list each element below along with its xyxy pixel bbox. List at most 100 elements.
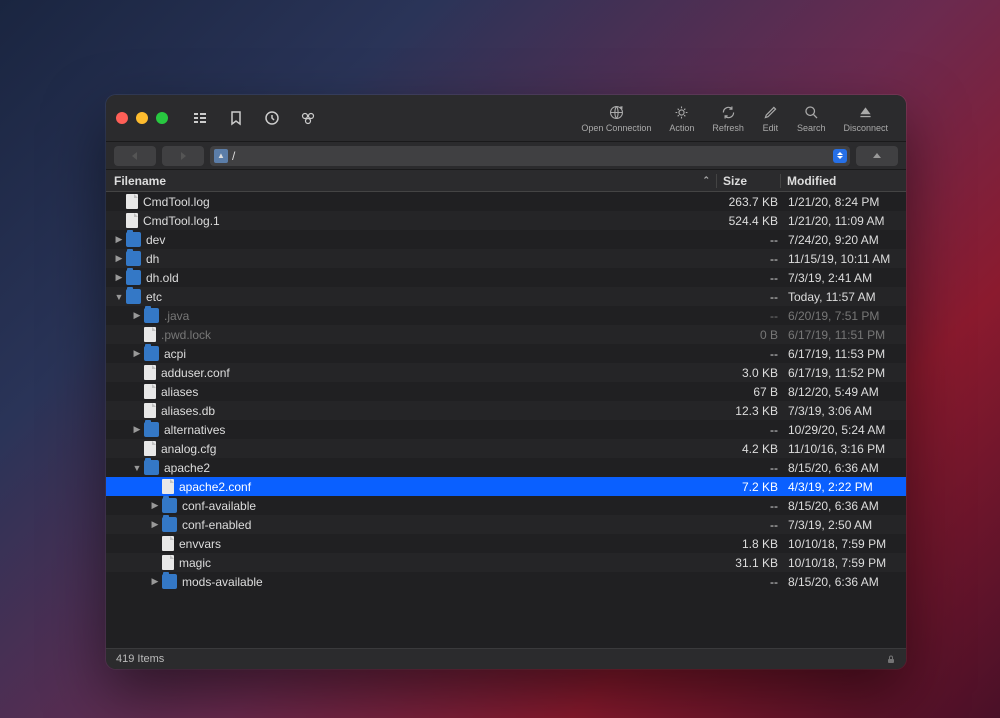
file-modified: 6/17/19, 11:52 PM [784,366,906,380]
file-modified: 10/29/20, 5:24 AM [784,423,906,437]
file-icon [144,403,156,418]
open-connection-button[interactable]: Open Connection [581,104,651,133]
path-dropdown-icon[interactable] [833,149,847,163]
file-icon [144,441,156,456]
edit-button[interactable]: Edit [762,104,779,133]
file-icon [162,479,174,494]
folder-icon [144,308,159,323]
file-name: apache2.conf [179,480,720,494]
file-row[interactable]: ▶mods-available--8/15/20, 6:36 AM [106,572,906,591]
file-size: 7.2 KB [720,480,784,494]
column-headers: Filename ⌃ Size Modified [106,170,906,192]
file-name: acpi [164,347,720,361]
file-row[interactable]: CmdTool.log263.7 KB1/21/20, 8:24 PM [106,192,906,211]
file-size: -- [720,461,784,475]
folder-icon [126,289,141,304]
history-button[interactable] [258,107,286,129]
disclosure-icon[interactable]: ▼ [112,292,126,302]
disclosure-icon[interactable]: ▶ [148,519,162,530]
file-size: -- [720,575,784,589]
bookmarks-button[interactable] [222,107,250,129]
modified-header[interactable]: Modified [780,174,898,188]
file-row[interactable]: ▶dev--7/24/20, 9:20 AM [106,230,906,249]
disclosure-icon[interactable]: ▶ [112,234,126,245]
file-row[interactable]: ▶conf-enabled--7/3/19, 2:50 AM [106,515,906,534]
file-name: CmdTool.log.1 [143,214,720,228]
file-row[interactable]: ▶conf-available--8/15/20, 6:36 AM [106,496,906,515]
file-row[interactable]: apache2.conf7.2 KB4/3/19, 2:22 PM [106,477,906,496]
file-row[interactable]: ▼ etc--Today, 11:57 AM [106,287,906,306]
file-size: -- [720,309,784,323]
file-name: apache2 [164,461,720,475]
file-name: mods-available [182,575,720,589]
file-name: etc [146,290,720,304]
file-size: -- [720,347,784,361]
app-window: Open Connection Action Refresh Edit Sear… [106,95,906,669]
minimize-button[interactable] [136,112,148,124]
file-icon [126,194,138,209]
file-row[interactable]: magic31.1 KB10/10/18, 7:59 PM [106,553,906,572]
file-size: -- [720,290,784,304]
file-size: 263.7 KB [720,195,784,209]
file-list[interactable]: CmdTool.log263.7 KB1/21/20, 8:24 PMCmdTo… [106,192,906,648]
toolbar-actions: Open Connection Action Refresh Edit Sear… [581,104,896,133]
disclosure-icon[interactable]: ▼ [130,463,144,473]
action-button[interactable]: Action [669,104,694,133]
file-modified: 7/24/20, 9:20 AM [784,233,906,247]
file-modified: 11/15/19, 10:11 AM [784,252,906,266]
file-row[interactable]: CmdTool.log.1524.4 KB1/21/20, 11:09 AM [106,211,906,230]
path-input[interactable]: ▲ / [210,146,850,166]
file-row[interactable]: aliases.db12.3 KB7/3/19, 3:06 AM [106,401,906,420]
sort-indicator-icon: ⌃ [702,175,710,186]
file-size: 3.0 KB [720,366,784,380]
file-name: aliases.db [161,404,720,418]
path-text: / [232,149,235,163]
file-row[interactable]: ▶dh.old--7/3/19, 2:41 AM [106,268,906,287]
disclosure-icon[interactable]: ▶ [130,348,144,359]
file-row[interactable]: .pwd.lock0 B6/17/19, 11:51 PM [106,325,906,344]
disclosure-icon[interactable]: ▶ [112,253,126,264]
folder-icon [162,574,177,589]
disconnect-button[interactable]: Disconnect [843,104,888,133]
disclosure-icon[interactable]: ▶ [130,424,144,435]
file-row[interactable]: envvars1.8 KB10/10/18, 7:59 PM [106,534,906,553]
disconnect-label: Disconnect [843,123,888,133]
file-size: 67 B [720,385,784,399]
forward-button[interactable] [162,146,204,166]
file-row[interactable]: ▶acpi--6/17/19, 11:53 PM [106,344,906,363]
file-row[interactable]: ▶alternatives--10/29/20, 5:24 AM [106,420,906,439]
maximize-button[interactable] [156,112,168,124]
file-row[interactable]: ▼apache2--8/15/20, 6:36 AM [106,458,906,477]
file-icon [162,555,174,570]
file-size: -- [720,233,784,247]
file-name: conf-available [182,499,720,513]
back-button[interactable] [114,146,156,166]
lock-icon [886,654,896,664]
file-row[interactable]: aliases67 B8/12/20, 5:49 AM [106,382,906,401]
file-row[interactable]: ▶.java--6/20/19, 7:51 PM [106,306,906,325]
disclosure-icon[interactable]: ▶ [130,310,144,321]
file-row[interactable]: analog.cfg4.2 KB11/10/16, 3:16 PM [106,439,906,458]
disclosure-icon[interactable]: ▶ [148,500,162,511]
search-button[interactable]: Search [797,104,826,133]
browser-view-button[interactable] [186,107,214,129]
item-count: 419 Items [116,653,164,665]
filename-header[interactable]: Filename ⌃ [114,174,716,188]
file-row[interactable]: adduser.conf3.0 KB6/17/19, 11:52 PM [106,363,906,382]
up-button[interactable] [856,146,898,166]
file-size: 0 B [720,328,784,342]
bonjour-button[interactable] [294,107,322,129]
file-icon [126,213,138,228]
file-size: -- [720,423,784,437]
file-modified: Today, 11:57 AM [784,290,906,304]
refresh-button[interactable]: Refresh [712,104,744,133]
file-modified: 7/3/19, 3:06 AM [784,404,906,418]
close-button[interactable] [116,112,128,124]
titlebar: Open Connection Action Refresh Edit Sear… [106,95,906,142]
disclosure-icon[interactable]: ▶ [148,576,162,587]
file-modified: 8/15/20, 6:36 AM [784,499,906,513]
disclosure-icon[interactable]: ▶ [112,272,126,283]
file-row[interactable]: ▶dh--11/15/19, 10:11 AM [106,249,906,268]
file-size: 31.1 KB [720,556,784,570]
size-header[interactable]: Size [716,174,780,188]
